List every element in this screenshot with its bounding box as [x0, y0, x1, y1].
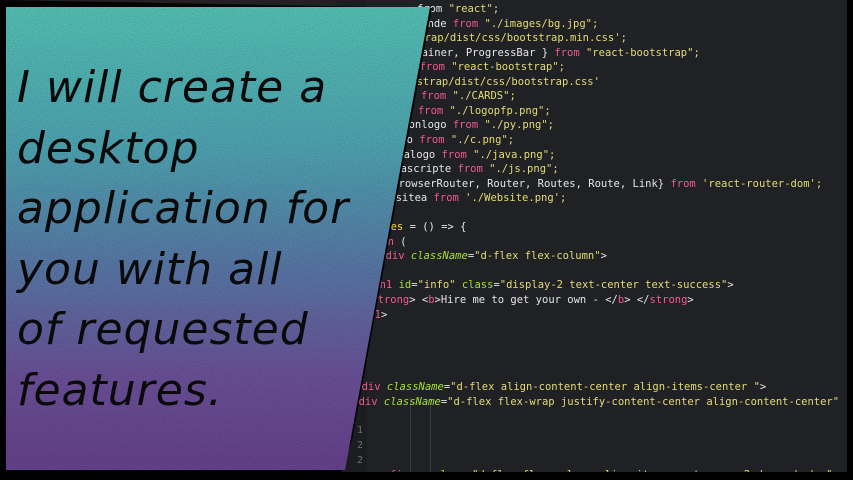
headline: I will create a desktop application for … — [17, 58, 387, 421]
headline-line: application for — [17, 183, 350, 234]
right-border — [847, 0, 853, 480]
headline-line: features. — [17, 364, 223, 416]
headline-line: you with all — [17, 243, 283, 295]
headline-line: I will create a — [17, 62, 328, 113]
headline-line: desktop — [17, 122, 200, 174]
headline-line: of requested — [17, 304, 309, 355]
bottom-border — [0, 472, 853, 480]
